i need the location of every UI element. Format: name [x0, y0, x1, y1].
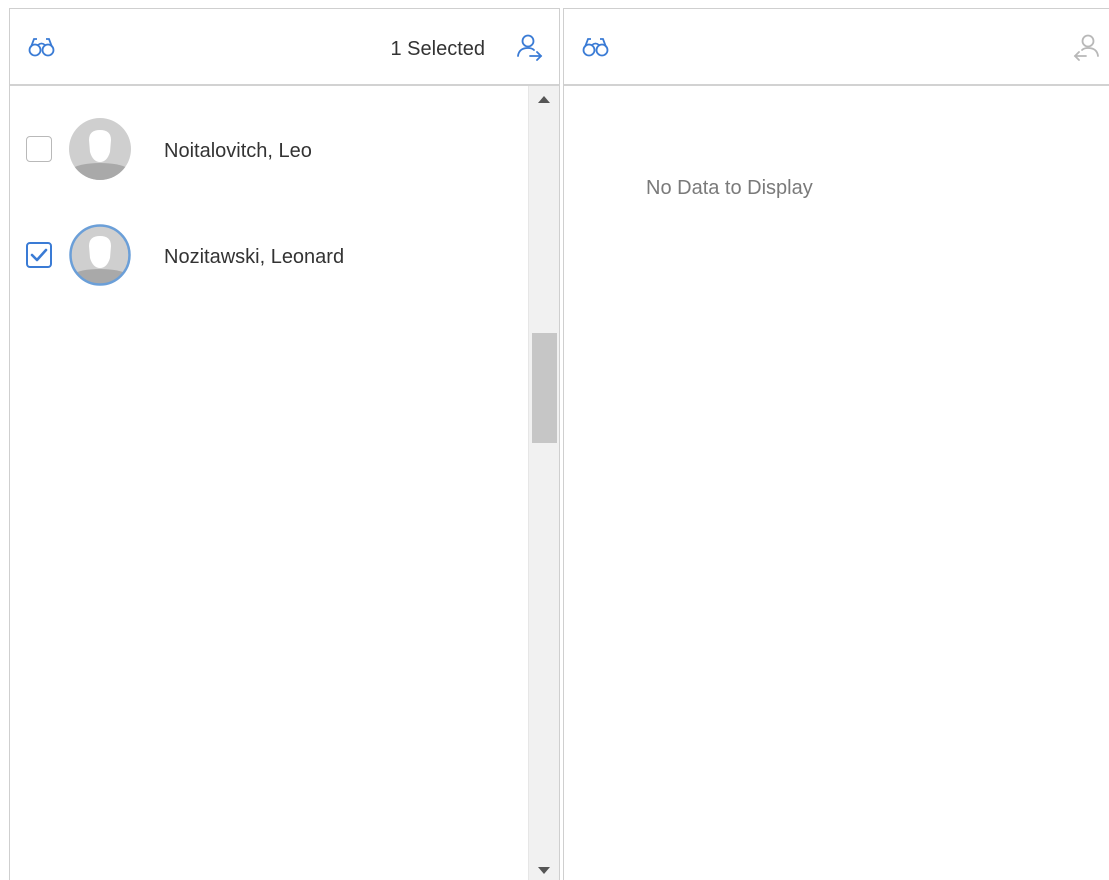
available-users-panel: 1 Selected Noitalovitch, Leo Nozitawski,…: [9, 8, 560, 880]
empty-state-text: No Data to Display: [646, 177, 813, 199]
selected-count: 1 Selected: [390, 38, 485, 60]
user-transfer-widget: 1 Selected Noitalovitch, Leo Nozitawski,…: [0, 0, 1109, 880]
binoculars-icon[interactable]: [28, 36, 56, 58]
avatar: [69, 118, 131, 180]
select-checkbox[interactable]: [26, 242, 52, 268]
list-item[interactable]: Noitalovitch, Leo: [10, 104, 529, 210]
select-checkbox[interactable]: [26, 136, 52, 162]
user-list: Noitalovitch, Leo Nozitawski, Leonard: [10, 86, 529, 880]
assigned-users-header: [564, 9, 1109, 86]
list-item[interactable]: Nozitawski, Leonard: [10, 210, 529, 316]
available-users-header: 1 Selected: [10, 9, 559, 86]
scrollbar-thumb[interactable]: [532, 333, 557, 443]
user-name: Noitalovitch, Leo: [164, 140, 312, 162]
move-user-right-icon[interactable]: [515, 33, 543, 61]
assigned-users-panel: No Data to Display: [563, 8, 1109, 880]
list-scrollbar[interactable]: [528, 86, 559, 880]
binoculars-icon[interactable]: [582, 36, 610, 58]
avatar: [69, 224, 131, 286]
scroll-down-arrow-icon[interactable]: [538, 867, 550, 874]
scroll-up-arrow-icon[interactable]: [538, 96, 550, 103]
user-name: Nozitawski, Leonard: [164, 246, 345, 268]
move-user-left-icon[interactable]: [1073, 33, 1101, 61]
